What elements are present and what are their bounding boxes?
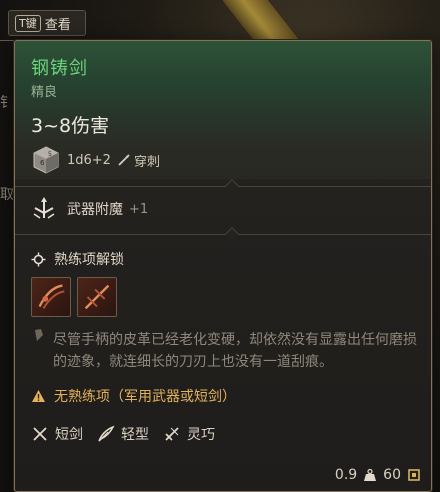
property-label: 灵巧 [187,427,215,443]
divider-notch [224,178,240,194]
dagger-icon [165,427,179,441]
quote-icon [35,329,43,341]
enchantment-value: +1 [129,201,149,217]
item-footer: 0.9 60 [335,467,421,483]
item-price: 60 [383,467,401,483]
enchantment-icon [33,197,55,219]
warning-icon [32,390,45,402]
weapon-action-pierce-icon[interactable] [77,277,117,317]
gold-coin-icon [408,469,420,481]
weapon-properties: 短剑 轻型 灵巧 [31,424,215,444]
enchantment-label: 武器附魔 [67,202,123,218]
damage-dice: 1d6+2 [67,152,111,168]
item-rarity: 精良 [31,85,58,100]
property-label: 短剑 [55,427,83,443]
crossed-swords-icon [33,427,47,441]
keybind-badge: T键 [15,14,41,32]
weapon-action-slash-icon[interactable] [31,277,71,317]
proficiency-icon [31,252,46,266]
property-label: 轻型 [121,427,149,443]
item-damage: 3~8伤害 [31,115,110,137]
divider [15,186,431,187]
damage-type: 穿刺 [133,154,160,170]
svg-text:5: 5 [48,151,52,158]
item-weight: 0.9 [334,467,358,483]
item-tooltip: 钢铸剑 精良 3~8伤害 6 5 1d6+2 穿刺 武器附魔 +1 熟练项解锁 … [14,40,432,492]
warning-text: 无熟练项（军用武器或短剑） [54,389,236,405]
svg-text:6: 6 [40,159,45,167]
property-short-sword[interactable]: 短剑 [31,424,83,444]
peek-button[interactable]: T键 查看 [8,10,86,36]
flavor-text: 尽管手柄的皮革已经老化变硬，却依然没有显露出任何磨损的迹象，就连细长的刀刃上也没… [53,332,417,370]
property-finesse[interactable]: 灵巧 [163,424,215,444]
divider-notch [224,226,240,242]
side-panel-text: 钅 [0,95,14,111]
side-panel-text: 取 [0,187,14,203]
dice-icon: 6 5 [33,146,59,174]
weight-icon [364,468,377,481]
peek-label: 查看 [44,17,71,33]
enchantment-row: 武器附魔 +1 [31,196,148,222]
proficiency-row: 熟练项解锁 [31,249,124,269]
feather-icon [98,425,115,442]
proficiency-label: 熟练项解锁 [54,252,124,268]
property-light[interactable]: 轻型 [97,424,149,444]
side-panel-edge [0,40,14,240]
damage-dice-row: 6 5 1d6+2 穿刺 [31,145,160,175]
divider [15,234,431,235]
item-name: 钢铸剑 [31,58,88,79]
piercing-icon [118,154,130,166]
proficiency-warning-row: 无熟练项（军用武器或短剑） [31,386,236,406]
